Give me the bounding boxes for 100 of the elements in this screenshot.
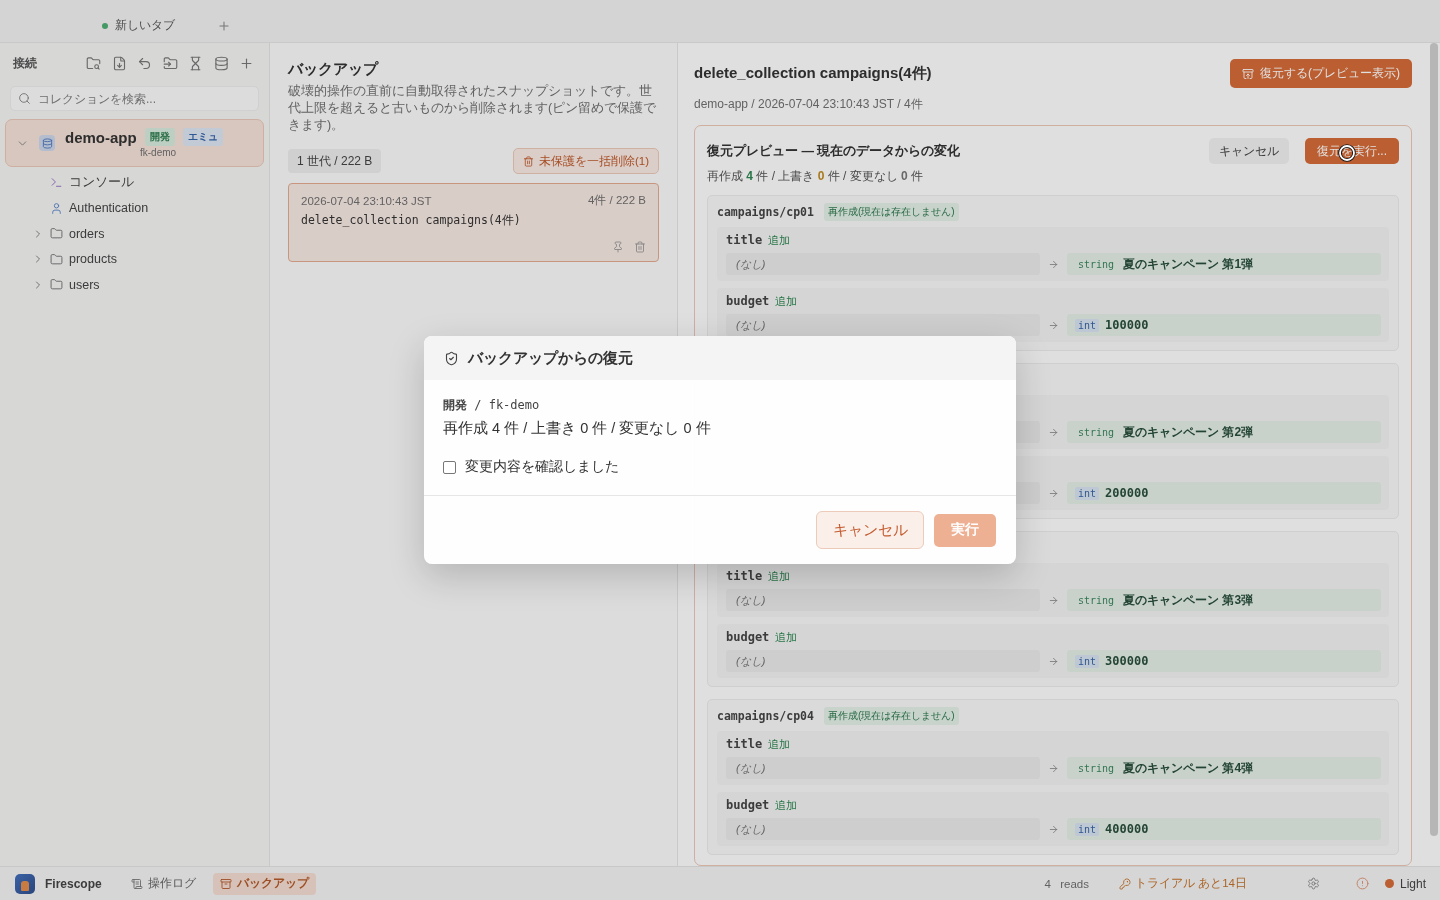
theme-dot-icon [1384,879,1394,888]
field-name: title [726,233,763,247]
value-text: 夏のキャンペーン 第2弾 [1123,423,1254,441]
value-text: 夏のキャンペーン 第4弾 [1123,759,1254,777]
document-path: campaigns/cp04 [717,709,814,723]
app-name: Firescope [45,876,102,891]
dialog-summary: 再作成 4 件 / 上書き 0 件 / 変更なし 0 件 [443,419,711,438]
preview-title: 復元プレビュー — 現在のデータからの変化 [707,142,961,160]
terminal-icon [50,176,63,190]
restore-preview-button[interactable]: 復元する(プレビュー表示) [1230,59,1412,88]
type-label: int [1075,486,1100,500]
backup-size: 4件 / 222 B [587,193,646,208]
old-value: (なし) [726,589,1040,611]
folder-search-icon[interactable] [86,55,101,71]
emulator-badge: エミュ [182,128,223,146]
hourglass-icon[interactable] [188,55,203,71]
change-label: 追加 [775,797,798,813]
sidebar-title: 接続 [13,54,37,72]
add-icon[interactable] [239,55,254,71]
reads-count: 4 reads [1044,877,1089,890]
change-summary: 再作成 4 件 / 上書き 0 件 / 変更なし 0 件 [707,168,924,185]
connection-item[interactable]: demo-app 開発 エミュ fk-demo [5,119,264,167]
type-label: string [1077,425,1116,439]
undo-icon[interactable] [137,55,152,71]
archive-upload-icon [1242,67,1254,80]
old-value: (なし) [726,818,1040,840]
app-logo-icon [15,873,35,894]
tree-item[interactable]: users [5,272,264,298]
arrow-right-icon [1048,258,1059,270]
panel-title: バックアップ [288,59,378,79]
dialog-title: バックアップからの復元 [468,348,633,368]
shield-check-icon [444,350,459,366]
change-label: 追加 [768,568,791,584]
arrow-right-icon [1048,487,1059,499]
confirm-checkbox[interactable] [443,460,456,474]
database-icon[interactable] [213,55,229,71]
status-nav-item[interactable]: バックアップ [212,872,316,895]
search-icon [18,92,31,105]
arrow-right-icon [1048,762,1059,774]
type-label: int [1075,822,1100,836]
detail-meta: demo-app / 2026-07-04 23:10:43 JST / 4件 [694,96,923,113]
change-label: 追加 [775,293,798,309]
file-download-icon[interactable] [111,55,127,71]
new-tab-icon[interactable] [217,18,231,33]
detail-title: delete_collection campaigns(4件) [694,64,932,83]
arrow-right-icon [1048,594,1059,606]
panel-description: 破壊的操作の直前に自動取得されたスナップショットです。世代上限を超えると古いものから削除されます(ピン留めで保護できます)。 [288,83,658,134]
field-name: title [726,569,763,583]
type-label: string [1077,593,1116,607]
tree-item[interactable]: コンソール [5,170,264,196]
field-name: budget [726,630,770,644]
project-id: fk-demo [140,147,177,158]
tree-item[interactable]: Authentication [5,195,264,221]
status-badge: 再作成(現在は存在しません) [823,203,959,221]
old-value: (なし) [726,650,1040,672]
change-label: 追加 [768,232,791,248]
trash-icon[interactable] [634,241,646,253]
status-dot-icon [102,22,108,29]
folder-icon [50,227,63,241]
tree-item[interactable]: products [5,246,264,272]
tab[interactable]: 新しいタブ [98,13,179,38]
type-label: int [1075,654,1100,668]
archive-icon [219,877,232,890]
arrow-right-icon [1048,426,1059,438]
status-badge: 再作成(現在は存在しません) [823,707,959,725]
folder-icon [50,278,63,292]
user-icon [50,201,63,215]
trash-icon [522,155,534,167]
type-label: string [1077,761,1116,775]
cancel-button[interactable]: キャンセル [1209,138,1289,164]
type-label: int [1075,318,1100,332]
value-text: 100000 [1105,318,1149,332]
arrow-right-icon [1048,319,1059,331]
key-icon [1118,877,1131,890]
folder-icon [50,252,63,266]
type-label: string [1077,257,1116,271]
field-name: budget [726,294,770,308]
theme-toggle[interactable]: Light [1384,876,1426,891]
scroll-icon [130,877,143,890]
old-value: (なし) [726,314,1040,336]
connection-name: demo-app [65,128,137,146]
scrollbar[interactable] [1430,43,1438,836]
settings-icon[interactable] [1306,877,1320,890]
alert-icon[interactable] [1355,877,1369,890]
pin-icon[interactable] [612,241,624,253]
change-label: 追加 [775,629,798,645]
arrow-right-icon [1048,655,1059,667]
field-name: budget [726,798,770,812]
confirm-label[interactable]: 変更内容を確認しました [465,458,619,476]
folder-input-icon[interactable] [162,55,178,71]
tree-item[interactable]: orders [5,221,264,247]
dialog-cancel-button[interactable]: キャンセル [816,511,924,549]
backup-operation: delete_collection campaigns(4件) [301,213,521,228]
search-field[interactable]: コレクションを検索... [10,86,259,111]
old-value: (なし) [726,253,1040,275]
value-text: 夏のキャンペーン 第3弾 [1123,591,1254,609]
value-text: 夏のキャンペーン 第1弾 [1123,255,1254,273]
backup-item[interactable]: 2026-07-04 23:10:43 JST 4件 / 222 B delete_collection campaigns(4件) [288,183,659,262]
status-nav-item[interactable]: 操作ログ [123,872,203,895]
purge-button[interactable]: 未保護を一括削除(1) [512,148,659,174]
